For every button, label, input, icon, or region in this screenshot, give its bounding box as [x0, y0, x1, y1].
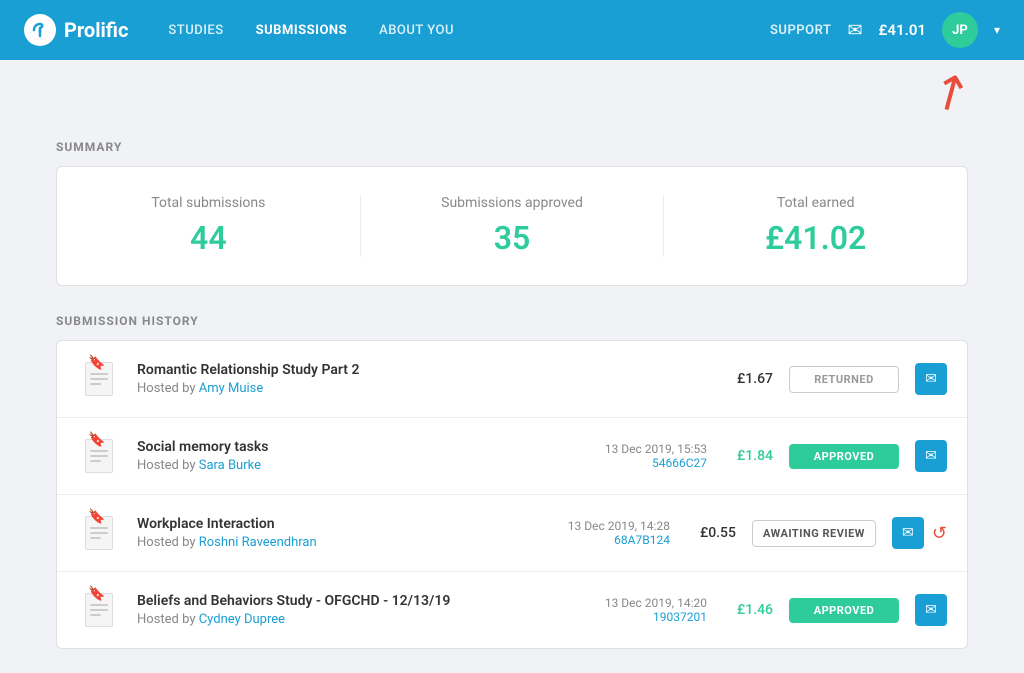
nav-submissions[interactable]: SUBMISSIONS	[256, 23, 348, 38]
history-meta: 13 Dec 2019, 14:28 68A7B124	[540, 519, 670, 547]
summary-approved-label: Submissions approved	[361, 195, 664, 211]
action-icons: ✉↺	[892, 517, 947, 549]
action-icons: ✉	[915, 594, 947, 626]
history-card: 🔖 Romantic Relationship Study Part 2 Hos…	[56, 340, 968, 649]
study-info: Workplace Interaction Hosted by Roshni R…	[137, 516, 524, 550]
refresh-button[interactable]: ↺	[932, 523, 947, 544]
submission-id[interactable]: 19037201	[577, 610, 707, 624]
nav-about-you[interactable]: ABOUT YOU	[379, 23, 454, 38]
submission-date: 13 Dec 2019, 14:28	[540, 519, 670, 533]
study-icon: 🔖	[77, 434, 121, 478]
summary-submissions-approved: Submissions approved 35	[361, 195, 665, 257]
host-link[interactable]: Cydney Dupree	[199, 612, 285, 627]
study-info: Romantic Relationship Study Part 2 Hoste…	[137, 362, 707, 396]
status-badge: APPROVED	[789, 598, 899, 623]
support-link[interactable]: SUPPORT	[770, 23, 831, 38]
submission-date: 13 Dec 2019, 15:53	[577, 442, 707, 456]
nav-balance: £41.01	[879, 21, 926, 39]
main-content: SUMMARY Total submissions 44 Submissions…	[32, 140, 992, 673]
host-link[interactable]: Amy Muise	[199, 381, 264, 396]
submission-date: 13 Dec 2019, 14:20	[577, 596, 707, 610]
study-name: Beliefs and Behaviors Study - OFGCHD - 1…	[137, 593, 561, 609]
host-link[interactable]: Sara Burke	[199, 458, 261, 473]
history-meta: 13 Dec 2019, 14:20 19037201	[577, 596, 707, 624]
status-badge: AWAITING REVIEW	[752, 520, 876, 547]
history-meta: 13 Dec 2019, 15:53 54666C27	[577, 442, 707, 470]
status-badge: RETURNED	[789, 366, 899, 393]
nav-right: SUPPORT ✉ £41.01 JP ▾	[770, 12, 1000, 48]
summary-label: SUMMARY	[56, 140, 968, 154]
mail-button[interactable]: ✉	[915, 363, 947, 395]
arrow-container: ↗	[0, 60, 1024, 140]
history-row: 🔖 Romantic Relationship Study Part 2 Hos…	[57, 341, 967, 418]
action-icons: ✉	[915, 440, 947, 472]
study-icon: 🔖	[77, 357, 121, 401]
submission-amount: £0.55	[686, 525, 736, 541]
study-name: Romantic Relationship Study Part 2	[137, 362, 707, 378]
host-link[interactable]: Roshni Raveendhran	[199, 535, 317, 550]
study-host: Hosted by Sara Burke	[137, 458, 561, 473]
submission-amount: £1.84	[723, 448, 773, 464]
logo-icon	[24, 14, 56, 46]
study-icon: 🔖	[77, 511, 121, 555]
study-info: Social memory tasks Hosted by Sara Burke	[137, 439, 561, 473]
study-host: Hosted by Amy Muise	[137, 381, 707, 396]
status-badge: APPROVED	[789, 444, 899, 469]
action-icons: ✉	[915, 363, 947, 395]
logo-text: Prolific	[64, 18, 128, 42]
summary-total-submissions-label: Total submissions	[57, 195, 360, 211]
study-name: Social memory tasks	[137, 439, 561, 455]
study-name: Workplace Interaction	[137, 516, 524, 532]
nav-mail-icon[interactable]: ✉	[847, 20, 862, 41]
nav-chevron-icon[interactable]: ▾	[994, 23, 1000, 37]
summary-earned-value: £41.02	[664, 219, 967, 257]
study-info: Beliefs and Behaviors Study - OFGCHD - 1…	[137, 593, 561, 627]
study-host: Hosted by Roshni Raveendhran	[137, 535, 524, 550]
nav-avatar[interactable]: JP	[942, 12, 978, 48]
summary-total-submissions: Total submissions 44	[57, 195, 361, 257]
summary-earned-label: Total earned	[664, 195, 967, 211]
history-row: 🔖 Social memory tasks Hosted by Sara Bur…	[57, 418, 967, 495]
summary-card: Total submissions 44 Submissions approve…	[56, 166, 968, 286]
submission-id[interactable]: 54666C27	[577, 456, 707, 470]
logo[interactable]: Prolific	[24, 14, 128, 46]
summary-total-earned: Total earned £41.02	[664, 195, 967, 257]
submission-id[interactable]: 68A7B124	[540, 533, 670, 547]
navbar: Prolific STUDIES SUBMISSIONS ABOUT YOU S…	[0, 0, 1024, 60]
nav-studies[interactable]: STUDIES	[168, 23, 223, 38]
mail-button[interactable]: ✉	[892, 517, 924, 549]
arrow-indicator: ↗	[920, 61, 979, 123]
submission-amount: £1.67	[723, 371, 773, 387]
mail-button[interactable]: ✉	[915, 594, 947, 626]
study-host: Hosted by Cydney Dupree	[137, 612, 561, 627]
history-row: 🔖 Beliefs and Behaviors Study - OFGCHD -…	[57, 572, 967, 648]
mail-button[interactable]: ✉	[915, 440, 947, 472]
study-icon: 🔖	[77, 588, 121, 632]
summary-approved-value: 35	[361, 219, 664, 257]
submission-amount: £1.46	[723, 602, 773, 618]
history-label: SUBMISSION HISTORY	[56, 314, 968, 328]
history-row: 🔖 Workplace Interaction Hosted by Roshni…	[57, 495, 967, 572]
summary-total-submissions-value: 44	[57, 219, 360, 257]
